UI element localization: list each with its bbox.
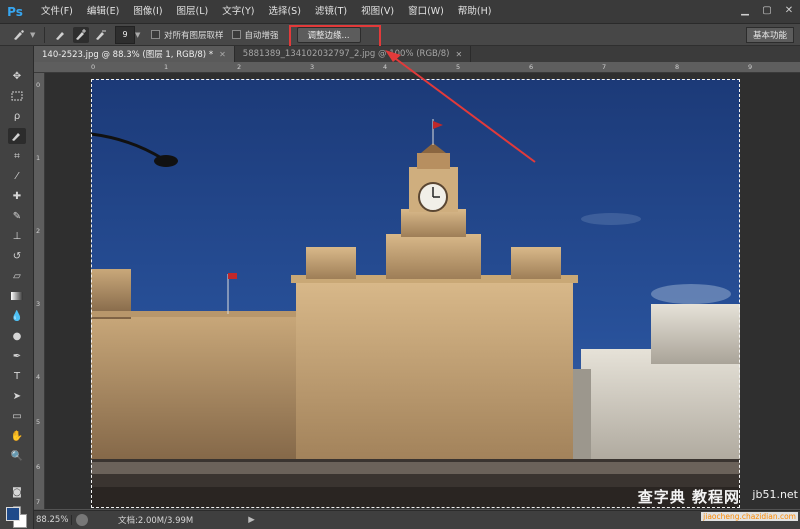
quick-selection-tool-icon[interactable] (8, 128, 26, 144)
eraser-tool-icon[interactable]: ▱ (8, 268, 26, 284)
dodge-tool-icon[interactable]: ● (8, 328, 26, 344)
menu-image[interactable]: 图像(I) (126, 0, 169, 24)
tool-preset-caret-icon[interactable]: ▼ (30, 31, 38, 39)
shape-tool-icon[interactable]: ▭ (8, 408, 26, 424)
photo-customs-house (91, 79, 740, 508)
type-tool-icon[interactable]: T (8, 368, 26, 384)
zoom-tool-icon[interactable]: 🔍 (8, 448, 26, 464)
options-divider (44, 26, 45, 43)
menu-window[interactable]: 窗口(W) (401, 0, 451, 24)
sample-all-layers-label: 对所有图层取样 (164, 30, 224, 41)
path-selection-tool-icon[interactable]: ➤ (8, 388, 26, 404)
quick-mask-icon[interactable]: ◙ (8, 484, 26, 500)
document-tab-active[interactable]: 140-2523.jpg @ 88.3% (图层 1, RGB/8) * ✕ (34, 46, 235, 62)
status-info-icon[interactable] (76, 514, 88, 526)
tools-panel: ✥ ρ ⌗ ⁄ ✚ ✎ ⊥ ↺ ▱ 💧 ● ✒ T ➤ ▭ ✋ 🔍 ◙ ▣ (0, 46, 34, 529)
menu-bar: Ps 文件(F) 编辑(E) 图像(I) 图层(L) 文字(Y) 选择(S) 滤… (0, 0, 800, 24)
horizontal-ruler: 0 1 2 3 4 5 6 7 8 9 (34, 62, 800, 73)
menu-type[interactable]: 文字(Y) (215, 0, 261, 24)
photoshop-window: Ps 文件(F) 编辑(E) 图像(I) 图层(L) 文字(Y) 选择(S) 滤… (0, 0, 800, 529)
foreground-color-swatch[interactable] (6, 507, 20, 521)
ruler-tick: 1 (164, 63, 169, 71)
ruler-tick: 5 (456, 63, 461, 71)
close-tab-icon[interactable]: ✕ (219, 50, 226, 59)
ruler-tick: 4 (383, 63, 388, 71)
menu-edit[interactable]: 编辑(E) (80, 0, 126, 24)
healing-brush-tool-icon[interactable]: ✚ (8, 188, 26, 204)
document-tab[interactable]: 5881389_134102032797_2.jpg @ 100% (RGB/8… (235, 46, 472, 62)
sample-all-layers-option[interactable]: 对所有图层取样 (151, 29, 224, 41)
clone-stamp-tool-icon[interactable]: ⊥ (8, 228, 26, 244)
maximize-icon[interactable]: ▢ (760, 3, 774, 17)
sample-all-layers-checkbox[interactable] (151, 30, 160, 39)
blur-tool-icon[interactable]: 💧 (8, 308, 26, 324)
tab-label: 140-2523.jpg @ 88.3% (图层 1, RGB/8) * (42, 50, 214, 60)
new-selection-icon[interactable] (53, 27, 69, 43)
status-menu-arrow-icon[interactable]: ▶ (248, 515, 255, 525)
brush-caret-icon[interactable]: ▼ (135, 31, 143, 39)
ruler-tick: 0 (36, 81, 41, 89)
menu-help[interactable]: 帮助(H) (451, 0, 499, 24)
brush-tool-icon[interactable]: ✎ (8, 208, 26, 224)
ruler-tick: 7 (36, 498, 41, 506)
document-size: 文档:2.00M/3.99M (118, 516, 194, 526)
status-bar: 88.25% 文档:2.00M/3.99M ▶ (34, 510, 800, 529)
ruler-tick: 6 (36, 463, 41, 471)
ruler-tick: 9 (748, 63, 753, 71)
close-tab-icon[interactable]: ✕ (455, 50, 462, 59)
watermark-text: 查字典 教程网 (637, 488, 740, 506)
tool-preset-picker-icon[interactable] (8, 26, 30, 44)
gradient-tool-icon[interactable] (8, 288, 26, 304)
close-icon[interactable]: ✕ (782, 3, 796, 17)
hand-tool-icon[interactable]: ✋ (8, 428, 26, 444)
options-bar: ▼ 9 ▼ 对所有图层取样 自动增强 调整边缘... (0, 24, 800, 46)
ruler-tick: 2 (237, 63, 242, 71)
ruler-tick: 8 (675, 63, 680, 71)
app-logo: Ps (7, 4, 23, 19)
auto-enhance-checkbox[interactable] (231, 30, 241, 39)
workspace-switcher-button[interactable]: 基本功能 (745, 27, 794, 43)
subtract-from-selection-icon[interactable] (93, 27, 109, 43)
ruler-tick: 1 (36, 154, 41, 162)
ruler-tick: 0 (91, 63, 96, 71)
ruler-tick: 5 (36, 418, 41, 426)
window-controls: ▁ ▢ ✕ (738, 3, 796, 17)
ruler-tick: 3 (310, 63, 315, 71)
move-tool-icon[interactable]: ✥ (8, 68, 26, 84)
menu-layer[interactable]: 图层(L) (170, 0, 216, 24)
pen-tool-icon[interactable]: ✒ (8, 348, 26, 364)
watermark-site: jb51.net (752, 488, 798, 501)
document-canvas[interactable] (91, 79, 740, 508)
add-to-selection-icon[interactable] (73, 26, 89, 43)
ruler-tick: 4 (36, 373, 41, 381)
minimize-icon[interactable]: ▁ (738, 3, 752, 17)
ruler-tick: 2 (36, 227, 41, 235)
menu-filter[interactable]: 滤镜(T) (308, 0, 354, 24)
auto-enhance-label: 自动增强 (244, 30, 279, 41)
zoom-level[interactable]: 88.25% (34, 515, 72, 525)
brush-size-picker[interactable]: 9 (115, 25, 135, 44)
crop-tool-icon[interactable]: ⌗ (8, 148, 26, 164)
ruler-tick: 3 (36, 300, 41, 308)
tab-label: 5881389_134102032797_2.jpg @ 100% (RGB/8… (242, 49, 450, 59)
history-brush-tool-icon[interactable]: ↺ (8, 248, 26, 264)
watermark-subtext: jiaocheng.chazidian.com (701, 512, 798, 521)
document-tab-bar: 140-2523.jpg @ 88.3% (图层 1, RGB/8) * ✕ 5… (34, 46, 800, 62)
ruler-tick: 6 (529, 63, 534, 71)
lasso-tool-icon[interactable]: ρ (8, 108, 26, 124)
vertical-ruler: 0 1 2 3 4 5 6 7 (34, 73, 45, 509)
brush-size-value: 9 (122, 30, 128, 39)
menu-file[interactable]: 文件(F) (34, 0, 80, 24)
menu-select[interactable]: 选择(S) (261, 0, 307, 24)
menu-view[interactable]: 视图(V) (354, 0, 401, 24)
eyedropper-tool-icon[interactable]: ⁄ (8, 168, 26, 184)
ruler-tick: 7 (602, 63, 607, 71)
auto-enhance-option[interactable]: 自动增强 (231, 29, 279, 41)
marquee-tool-icon[interactable] (8, 88, 26, 104)
